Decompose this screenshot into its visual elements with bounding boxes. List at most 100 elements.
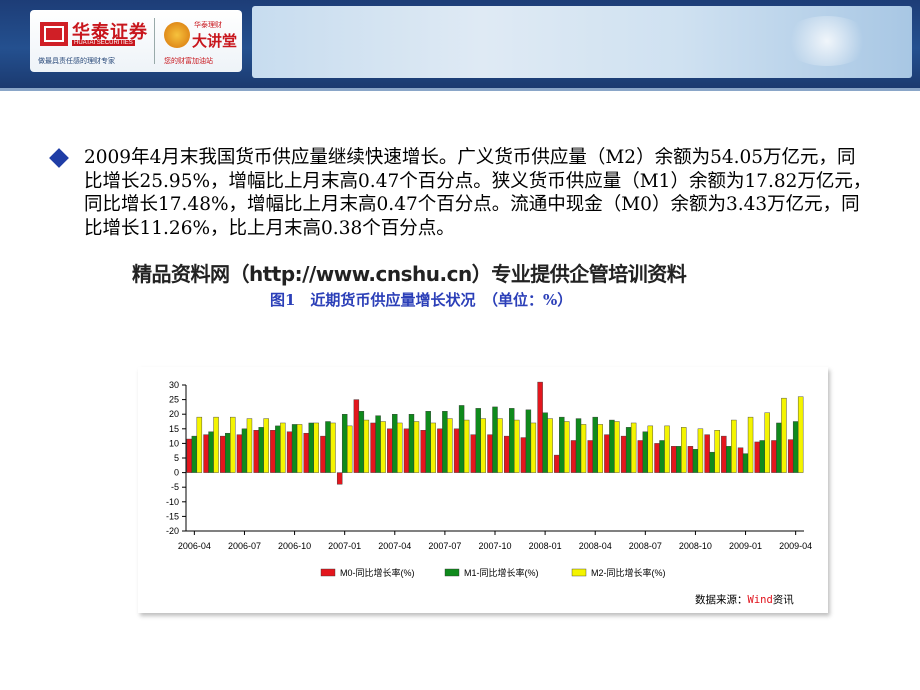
bar-m0 xyxy=(554,454,560,473)
legend-swatch xyxy=(571,568,587,577)
logo-divider xyxy=(154,18,155,64)
y-tick-label: -10 xyxy=(166,497,179,507)
bar-m0 xyxy=(771,440,777,473)
legend-label: M0-同比增长率(%) xyxy=(340,567,415,578)
bar-m0 xyxy=(387,428,393,473)
bar-m1 xyxy=(676,446,682,473)
x-tick-label: 2008-04 xyxy=(579,541,612,551)
y-tick-label: 20 xyxy=(169,409,179,419)
header-divider xyxy=(0,88,920,91)
bar-m1 xyxy=(709,451,715,473)
header-banner: 华泰证券 HUATAI SECURITIES 做最具责任感的理财专家 华泰理财 … xyxy=(0,0,920,88)
bar-m0 xyxy=(470,434,476,473)
bar-m2 xyxy=(497,418,503,473)
y-tick-label: -5 xyxy=(171,482,179,492)
bar-m1 xyxy=(341,414,348,473)
bar-m2 xyxy=(597,424,603,473)
bar-m2 xyxy=(697,428,704,473)
bar-m0 xyxy=(721,435,727,473)
x-tick-label: 2009-04 xyxy=(779,541,812,551)
bar-m0 xyxy=(520,437,527,473)
bar-m2 xyxy=(764,412,770,473)
bar-m2 xyxy=(797,396,804,473)
bar-m0 xyxy=(303,432,309,473)
y-tick-label: -20 xyxy=(166,526,179,536)
logo-panel: 华泰证券 HUATAI SECURITIES 做最具责任感的理财专家 华泰理财 … xyxy=(30,10,242,72)
bar-m2 xyxy=(681,427,687,473)
bar-m0 xyxy=(604,434,610,473)
bar-m1 xyxy=(726,446,732,473)
bar-m1 xyxy=(258,427,264,473)
bar-m2 xyxy=(330,422,336,473)
x-tick-label: 2006-07 xyxy=(228,541,261,551)
bar-m2 xyxy=(731,419,737,473)
bar-m1 xyxy=(392,414,398,473)
bar-m1 xyxy=(776,422,782,473)
bar-m1 xyxy=(208,431,214,473)
bar-m2 xyxy=(447,418,453,473)
bar-m1 xyxy=(358,411,365,473)
bar-m1 xyxy=(408,414,415,473)
bar-m0 xyxy=(353,399,360,473)
bar-m1 xyxy=(559,416,565,473)
bar-m1 xyxy=(191,435,198,473)
lecture-top-label: 华泰理财 xyxy=(194,21,222,29)
bar-m0 xyxy=(320,435,326,473)
bar-m1 xyxy=(291,424,298,473)
bar-m1 xyxy=(542,412,548,473)
chart-title: 图1 近期货币供应量增长状况 （单位：%） xyxy=(270,291,573,309)
bar-m1 xyxy=(442,411,448,473)
bar-m0 xyxy=(487,434,493,473)
bar-m1 xyxy=(458,405,465,473)
bar-m2 xyxy=(413,421,420,473)
bar-m1 xyxy=(509,408,515,473)
x-tick-label: 2007-01 xyxy=(328,541,361,551)
x-tick-label: 2008-01 xyxy=(529,541,562,551)
bar-m0 xyxy=(737,447,744,473)
bar-m2 xyxy=(296,424,303,473)
bar-m1 xyxy=(759,440,765,473)
bar-m0 xyxy=(654,443,660,473)
bar-m2 xyxy=(630,422,637,473)
bar-m1 xyxy=(659,440,665,473)
legend-swatch xyxy=(320,568,336,577)
money-supply-chart: -20 -15 -10 -5 0 5 10 15 20 25 30 2006-04 2006-07 200… xyxy=(166,380,812,578)
bar-m0 xyxy=(504,435,510,473)
source-label: 数据来源： xyxy=(695,594,748,606)
bar-m0 xyxy=(437,428,443,473)
bar-m2 xyxy=(614,421,620,473)
bar-m2 xyxy=(530,422,537,473)
bar-m2 xyxy=(714,430,720,473)
bar-m0 xyxy=(787,439,794,473)
bar-m1 xyxy=(575,418,582,473)
source-suffix: 资讯 xyxy=(772,594,794,606)
bar-m0 xyxy=(286,431,293,473)
bar-m2 xyxy=(196,416,203,473)
legend-label: M2-同比增长率(%) xyxy=(591,567,666,578)
y-tick-label: 10 xyxy=(169,438,179,448)
bar-m2 xyxy=(664,425,670,473)
bar-m2 xyxy=(547,418,553,473)
bar-m1 xyxy=(792,421,799,473)
bar-m1 xyxy=(525,409,532,473)
bar-m0 xyxy=(203,434,209,473)
bar-m1 xyxy=(275,425,281,473)
brand-english-name: HUATAI SECURITIES xyxy=(72,40,135,46)
bar-m1 xyxy=(592,416,598,473)
bar-m0 xyxy=(704,434,710,473)
bar-m1 xyxy=(742,453,749,473)
body-paragraph: 2009年4月末我国货币供应量继续快速增长。广义货币供应量（M2）余额为54.0… xyxy=(84,147,872,239)
bar-m1 xyxy=(625,427,632,473)
bar-m2 xyxy=(397,422,403,473)
bar-m0 xyxy=(671,446,677,473)
bar-m2 xyxy=(363,419,370,473)
bullet-diamond-icon xyxy=(49,148,69,168)
bar-m1 xyxy=(308,422,314,473)
bar-m2 xyxy=(564,421,570,473)
lecture-badge-icon xyxy=(164,22,190,48)
bar-m2 xyxy=(280,422,286,473)
legend-swatch xyxy=(444,568,460,577)
x-tick-label: 2007-07 xyxy=(428,541,461,551)
bar-m0 xyxy=(253,430,259,473)
x-tick-label: 2009-01 xyxy=(729,541,762,551)
